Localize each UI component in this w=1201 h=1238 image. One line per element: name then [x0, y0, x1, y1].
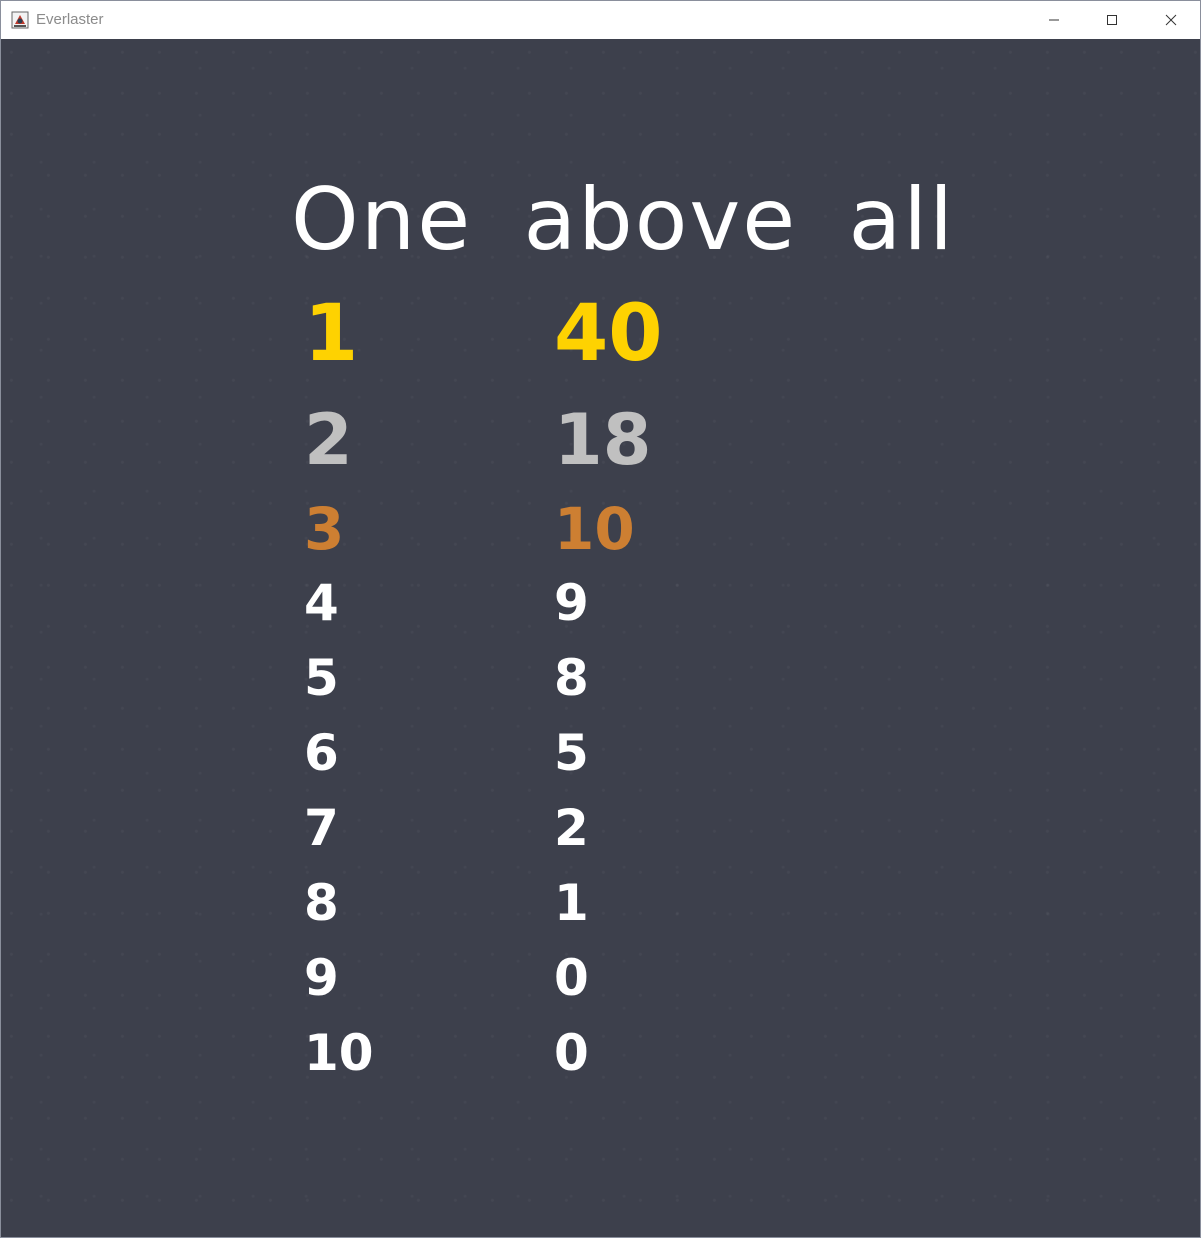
rank-number: 8	[304, 874, 339, 932]
score-value: 10	[554, 495, 635, 563]
score-value: 40	[554, 289, 663, 379]
leaderboard-heading: One above all	[291, 170, 955, 270]
rank-number: 6	[304, 724, 339, 782]
rank-number: 7	[304, 799, 339, 857]
rank-number: 3	[304, 495, 345, 563]
rank-number: 1	[304, 289, 359, 379]
score-value: 18	[554, 399, 652, 481]
window-title: Everlaster	[36, 11, 104, 28]
rank-number: 2	[304, 399, 353, 481]
close-button[interactable]	[1142, 1, 1200, 39]
score-value: 0	[554, 949, 589, 1007]
maximize-icon	[1107, 15, 1117, 25]
score-value: 9	[554, 574, 589, 632]
score-value: 1	[554, 874, 589, 932]
score-value: 2	[554, 799, 589, 857]
score-value: 0	[554, 1024, 589, 1082]
minimize-icon	[1049, 19, 1059, 21]
close-icon	[1165, 14, 1177, 26]
rank-number: 9	[304, 949, 339, 1007]
minimize-button[interactable]	[1025, 1, 1083, 39]
rank-number: 10	[304, 1024, 374, 1082]
score-value: 5	[554, 724, 589, 782]
rank-number: 5	[304, 649, 339, 707]
game-window: Everlaster One above all 1 40 2 18 3 10 4 9 5 8 6 5…	[0, 0, 1201, 1238]
maximize-button[interactable]	[1083, 1, 1141, 39]
score-value: 8	[554, 649, 589, 707]
title-bar[interactable]: Everlaster	[1, 1, 1200, 39]
rank-number: 4	[304, 574, 339, 632]
game-canvas[interactable]: One above all 1 40 2 18 3 10 4 9 5 8 6 5 7 2 8 1 9 0 10 0	[4, 40, 1197, 1234]
java-app-icon	[11, 11, 29, 29]
